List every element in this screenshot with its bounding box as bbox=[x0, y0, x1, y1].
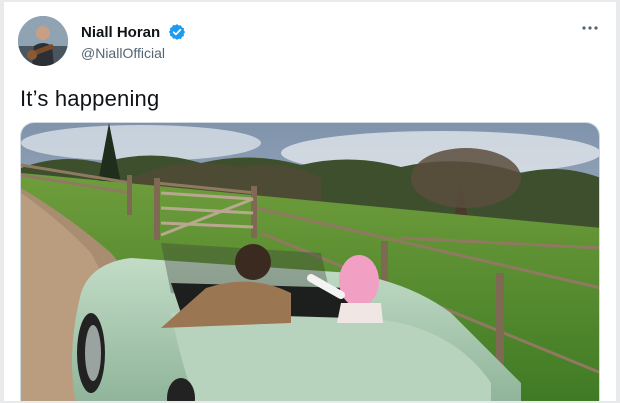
tweet-card: Niall Horan @NiallOfficial It’s happenin… bbox=[4, 2, 616, 401]
verified-badge-icon bbox=[168, 23, 186, 41]
user-names: Niall Horan @NiallOfficial bbox=[81, 23, 186, 61]
tweet-text: It’s happening bbox=[20, 86, 160, 111]
tweet-photo[interactable] bbox=[20, 122, 600, 401]
tweet-header: Niall Horan @NiallOfficial bbox=[18, 16, 604, 68]
avatar[interactable] bbox=[18, 16, 68, 66]
display-name[interactable]: Niall Horan bbox=[81, 24, 160, 41]
more-options-icon[interactable] bbox=[578, 20, 602, 36]
user-handle[interactable]: @NiallOfficial bbox=[81, 45, 186, 61]
